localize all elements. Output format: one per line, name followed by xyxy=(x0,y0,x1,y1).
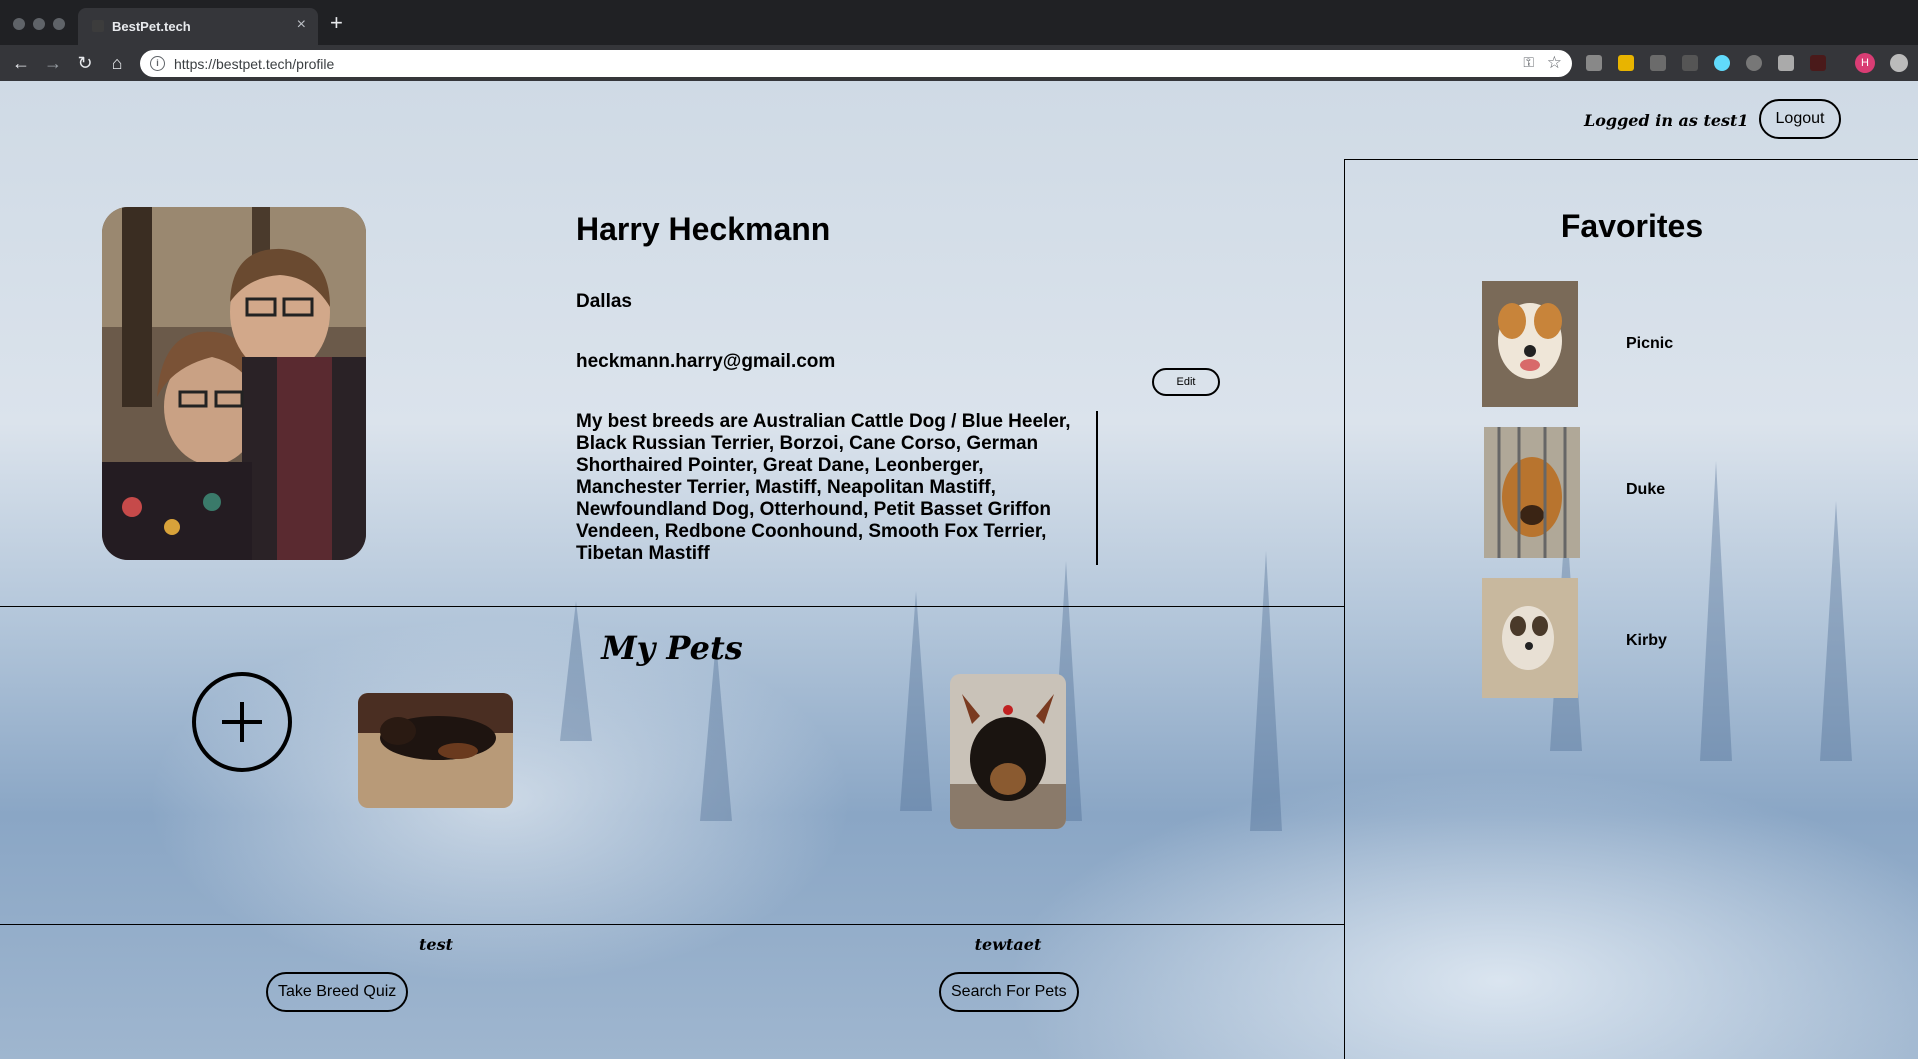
extension-page-icon[interactable] xyxy=(1778,55,1794,71)
extensions-menu-icon[interactable] xyxy=(1890,54,1908,72)
extension-pen-icon[interactable] xyxy=(1586,55,1602,71)
pet-photo xyxy=(358,693,513,808)
extension-font-icon[interactable] xyxy=(1682,55,1698,71)
tab-title: BestPet.tech xyxy=(112,19,191,34)
profile-city: Dallas xyxy=(576,291,632,312)
my-pets-title: My Pets xyxy=(601,629,743,667)
logged-in-status: Logged in as test1 xyxy=(1584,111,1749,130)
favorite-photo xyxy=(1482,578,1578,698)
favorite-item[interactable]: Duke xyxy=(1482,427,1762,558)
pet-name: test xyxy=(419,935,453,954)
take-breed-quiz-button[interactable]: Take Breed Quiz xyxy=(266,972,409,1012)
logout-button[interactable]: Logout xyxy=(1759,99,1841,139)
favorite-photo xyxy=(1484,427,1580,558)
edit-profile-button[interactable]: Edit xyxy=(1152,368,1220,396)
pet-photo xyxy=(950,674,1066,829)
profile-avatar xyxy=(102,207,366,560)
profile-email: heckmann.harry@gmail.com xyxy=(576,351,836,372)
tree-decoration xyxy=(560,601,592,741)
section-divider xyxy=(0,924,1344,925)
close-window-dot[interactable] xyxy=(13,18,25,30)
maximize-window-dot[interactable] xyxy=(53,18,65,30)
pet-name: tewtaet xyxy=(974,935,1042,954)
back-icon[interactable]: ← xyxy=(9,51,33,75)
favorite-name: Duke xyxy=(1626,481,1666,498)
extension-react-icon[interactable] xyxy=(1714,55,1730,71)
search-for-pets-button[interactable]: Search For Pets xyxy=(939,972,1079,1012)
favorite-photo xyxy=(1482,281,1578,407)
browser-toolbar: ← → ↻ ⌂ i https://bestpet.tech/profile ⚿… xyxy=(0,45,1918,81)
home-icon[interactable]: ⌂ xyxy=(105,51,129,75)
favorite-name: Picnic xyxy=(1626,335,1674,352)
profile-bio: My best breeds are Australian Cattle Dog… xyxy=(576,411,1098,565)
tree-decoration xyxy=(900,591,932,811)
key-icon[interactable]: ⚿ xyxy=(1523,54,1534,71)
favorites-title: Favorites xyxy=(1560,208,1704,244)
tree-decoration xyxy=(700,641,732,821)
reload-icon[interactable]: ↻ xyxy=(73,51,97,75)
extension-target-icon[interactable] xyxy=(1746,55,1762,71)
tab-close-icon[interactable]: × xyxy=(297,16,306,34)
site-info-icon[interactable]: i xyxy=(150,56,165,71)
forward-icon[interactable]: → xyxy=(41,51,65,75)
favorites-panel: Favorites Picnic Duke Kirby xyxy=(1344,159,1918,1059)
favorite-item[interactable]: Kirby xyxy=(1482,578,1762,704)
favorite-item[interactable]: Picnic xyxy=(1482,281,1762,407)
url-text[interactable]: https://bestpet.tech/profile xyxy=(174,56,334,72)
bookmark-star-icon[interactable]: ☆ xyxy=(1547,53,1562,73)
profile-page: Logged in as test1 Logout Harry Heckmann… xyxy=(0,81,1918,1059)
tree-decoration xyxy=(1250,551,1282,831)
profile-name: Harry Heckmann xyxy=(576,211,831,247)
add-pet-button[interactable] xyxy=(192,672,292,772)
extension-dark-icon[interactable] xyxy=(1810,55,1826,71)
browser-tab[interactable]: BestPet.tech × xyxy=(78,8,318,45)
couple-photo xyxy=(102,207,366,560)
profile-avatar-icon[interactable]: H xyxy=(1855,53,1875,73)
new-tab-button[interactable]: + xyxy=(330,12,343,34)
browser-chrome: BestPet.tech × + ← → ↻ ⌂ i https://bestp… xyxy=(0,0,1918,81)
favorite-name: Kirby xyxy=(1626,632,1667,649)
extension-shield-icon[interactable] xyxy=(1650,55,1666,71)
favicon-icon xyxy=(92,20,104,32)
address-bar[interactable]: i https://bestpet.tech/profile ⚿ ☆ xyxy=(140,50,1572,77)
minimize-window-dot[interactable] xyxy=(33,18,45,30)
extension-yellow-icon[interactable] xyxy=(1618,55,1634,71)
section-divider xyxy=(0,606,1344,607)
